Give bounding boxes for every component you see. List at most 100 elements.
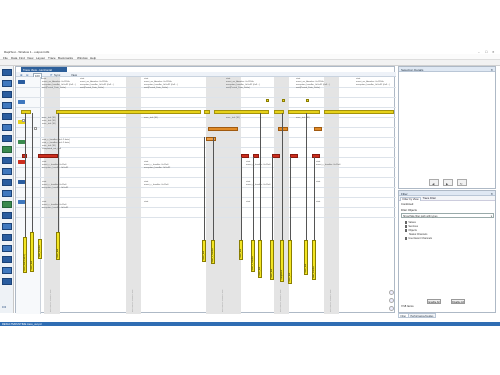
minimize-button[interactable]: – (478, 50, 480, 54)
event-label[interactable]: exec_tick (56, 232, 60, 260)
event-marker[interactable] (266, 99, 269, 102)
filter-select[interactable]: Show/hide filter path with types ▾ (401, 213, 494, 218)
tab-filter-by-view[interactable]: Filter by View (400, 196, 422, 201)
close-button[interactable]: ✕ (492, 50, 495, 54)
grid-icon[interactable] (2, 179, 12, 186)
event-bar[interactable] (288, 110, 320, 114)
tab-trace-view[interactable]: Trace View - Horizontal (21, 67, 67, 72)
event-bar[interactable] (206, 137, 216, 141)
trace-text: event_c_handler: 0x11a6 (42, 184, 67, 186)
prev-button[interactable]: ◀ (429, 179, 439, 186)
tree-item-objects[interactable]: Objects (405, 229, 417, 232)
menu-window[interactable]: Window (77, 56, 88, 60)
settings-icon[interactable] (2, 267, 12, 274)
tree-icon[interactable] (2, 212, 12, 219)
event-bar[interactable] (204, 110, 210, 114)
search-icon[interactable] (2, 135, 12, 142)
tree-item-services[interactable]: Services (405, 225, 418, 228)
trace-icon[interactable] (2, 102, 12, 109)
trace-text: event_on_Aworker: 0x1234e (226, 81, 254, 83)
zoom-reset-icon[interactable] (389, 298, 394, 303)
report-icon[interactable] (2, 124, 12, 131)
trace-text: start (296, 78, 301, 80)
history-icon[interactable] (2, 223, 12, 230)
event-bar[interactable] (290, 154, 298, 158)
menu-view[interactable]: View (27, 56, 33, 60)
enable-all-button[interactable]: Enable All (427, 299, 441, 304)
menu-file[interactable]: File (3, 56, 8, 60)
event-label[interactable]: exec_tick (Lock 2) (23, 237, 27, 273)
event-marker[interactable] (282, 99, 285, 102)
event-label[interactable]: exec_tick (304, 240, 308, 275)
trace-text: exception_handler: 0x1a32 (144, 167, 171, 169)
menu-layout[interactable]: Layout (36, 56, 45, 60)
menu-help[interactable]: Help (90, 56, 96, 60)
event-marker[interactable] (34, 127, 37, 130)
timeline-icon[interactable] (2, 157, 12, 164)
event-bar[interactable] (38, 154, 58, 158)
event-bar[interactable] (241, 154, 249, 158)
row-separator (16, 117, 396, 118)
view-label[interactable]: View (71, 73, 77, 77)
event-label[interactable]: start_handler (38, 239, 42, 259)
tree-item-status-channels[interactable]: Status Channels (409, 233, 427, 236)
menu-find[interactable]: Find (19, 56, 25, 60)
sync-label[interactable]: Sync (54, 73, 60, 77)
event-label[interactable]: start_c_handler (251, 240, 255, 272)
row-separator (16, 87, 396, 88)
tab-performance-guides[interactable]: Performance/Guides (408, 313, 436, 318)
event-label[interactable]: exec_tick (288, 240, 292, 284)
maximize-button[interactable]: ☐ (485, 50, 488, 54)
menu-bookmarks[interactable]: Bookmarks (58, 56, 73, 60)
flowchart-icon[interactable] (2, 69, 12, 76)
event-connector (260, 113, 261, 243)
next-button[interactable]: ▶ (443, 179, 453, 186)
event-marker[interactable] (306, 99, 309, 102)
event-label[interactable]: start_handler (312, 240, 316, 280)
zoom-in-icon[interactable]: ⊕ (20, 73, 22, 77)
event-label[interactable]: exec_tick (258, 240, 262, 278)
event-label[interactable]: exec_tick (270, 240, 274, 280)
event-bar[interactable] (56, 110, 201, 114)
stack-icon[interactable] (2, 245, 12, 252)
table-icon[interactable] (2, 113, 12, 120)
event-label[interactable]: start_c_handler (211, 240, 215, 264)
timer-icon[interactable] (2, 234, 12, 241)
event-bar[interactable] (278, 127, 288, 131)
zoom-out-icon[interactable]: ⊖ (26, 73, 28, 77)
event-bar[interactable] (21, 110, 31, 114)
refresh-button[interactable]: ↻ (457, 179, 467, 186)
menu-data[interactable]: Data (11, 56, 17, 60)
event-bar[interactable] (208, 127, 238, 131)
gauge-icon[interactable] (2, 168, 12, 175)
trace-text: start (42, 78, 47, 80)
trace-text: exception_handler_0x1a32 (0x3...) (144, 84, 178, 86)
export-icon[interactable] (2, 256, 12, 263)
event-label[interactable]: completed (280, 240, 284, 282)
event-label[interactable]: exec_tick (202, 240, 206, 262)
trace-view-panel: Trace View - Horizontal ⊕ ⊖ 100 ⟳ Sync V… (15, 66, 396, 314)
layers-icon[interactable] (2, 146, 12, 153)
chart-icon[interactable] (2, 91, 12, 98)
close-icon[interactable]: ✕ (490, 68, 493, 72)
filter-objects-label: Filter Objects (401, 209, 417, 212)
event-label[interactable]: exec_tick (30, 232, 34, 272)
event-bar[interactable] (272, 154, 280, 158)
more-icon[interactable]: ••• (2, 304, 6, 309)
event-bar[interactable] (324, 110, 394, 114)
menu-trace[interactable]: Trace (48, 56, 56, 60)
bookmark-icon[interactable] (2, 278, 12, 285)
event-bar[interactable] (314, 127, 322, 131)
event-label[interactable]: exec_tick (239, 240, 243, 260)
zoom-fit-icon[interactable] (389, 290, 394, 295)
tab-trace-filter[interactable]: Trace Filter (421, 197, 438, 201)
filter-icon[interactable] (2, 201, 12, 208)
pan-icon[interactable] (389, 306, 394, 311)
list-icon[interactable] (2, 190, 12, 197)
tree-item-values[interactable]: Values (405, 221, 416, 224)
tree-item-user-event-channels[interactable]: User Event Channels (405, 237, 432, 240)
disable-all-button[interactable]: Disable All (451, 299, 465, 304)
sync-icon[interactable]: ⟳ (50, 73, 52, 77)
tab-filter[interactable]: Filter (398, 313, 409, 318)
graph-icon[interactable] (2, 80, 12, 87)
